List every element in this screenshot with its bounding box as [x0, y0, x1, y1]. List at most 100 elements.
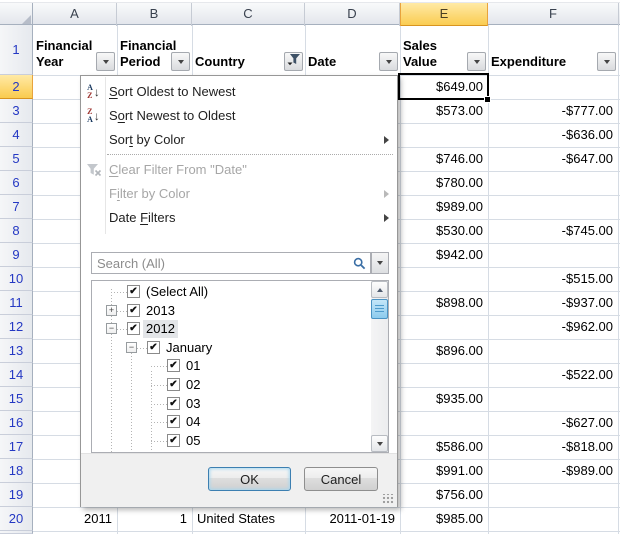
cell-F10[interactable]: -$515.00 — [488, 267, 618, 291]
tree-scrollbar[interactable] — [371, 281, 388, 452]
cell-E6[interactable]: $780.00 — [400, 171, 488, 195]
cell-E7[interactable]: $989.00 — [400, 195, 488, 219]
tree-item-2013[interactable]: +✔2013 — [92, 302, 371, 320]
row-header-11[interactable]: 11 — [0, 291, 33, 315]
scrollbar-down-button[interactable] — [371, 435, 388, 452]
row-header-9[interactable]: 9 — [0, 243, 33, 267]
cell-F16[interactable]: -$627.00 — [488, 411, 618, 435]
column-header-A[interactable]: A — [33, 3, 117, 26]
filter-button-C[interactable] — [284, 52, 303, 71]
header-cell-financial-year[interactable]: Financial Year — [33, 25, 117, 75]
menu-item-sort-newest-to-oldest[interactable]: ZA↓Sort Newest to Oldest — [81, 104, 397, 128]
ok-button[interactable]: OK — [208, 467, 291, 491]
row-header-13[interactable]: 13 — [0, 339, 33, 363]
tree-item-clipped[interactable]: ✔ — [92, 450, 371, 452]
tree-item-2012[interactable]: −✔2012 — [92, 320, 371, 338]
expander-2013[interactable]: + — [106, 305, 117, 316]
resize-grip[interactable] — [382, 494, 394, 504]
cell-E9[interactable]: $942.00 — [400, 243, 488, 267]
row-header-2[interactable]: 2 — [0, 75, 33, 99]
cell-E13[interactable]: $896.00 — [400, 339, 488, 363]
cell-E8[interactable]: $530.00 — [400, 219, 488, 243]
search-dropdown-button[interactable] — [371, 252, 389, 274]
row-header-16[interactable]: 16 — [0, 411, 33, 435]
row-header-5[interactable]: 5 — [0, 147, 33, 171]
menu-item-sort-by-color[interactable]: Sort by Color — [81, 128, 397, 152]
cell-D20[interactable]: 2011-01-19 — [305, 507, 400, 531]
row-header-1[interactable]: 1 — [0, 25, 33, 75]
column-header-F[interactable]: F — [488, 3, 619, 26]
cancel-button[interactable]: Cancel — [304, 467, 378, 491]
checkbox-2013[interactable]: ✔ — [127, 304, 140, 317]
select-all-corner[interactable] — [0, 3, 33, 25]
row-header-12[interactable]: 12 — [0, 315, 33, 339]
filter-button-A[interactable] — [96, 52, 115, 71]
row-header-19[interactable]: 19 — [0, 483, 33, 507]
filter-button-E[interactable] — [467, 52, 486, 71]
tree-item-04[interactable]: ✔04 — [92, 413, 371, 431]
cell-F8[interactable]: -$745.00 — [488, 219, 618, 243]
scrollbar-thumb[interactable] — [371, 299, 388, 319]
tree-item-january[interactable]: −✔January — [92, 339, 371, 357]
cell-B20[interactable]: 1 — [117, 507, 192, 531]
row-header-4[interactable]: 4 — [0, 123, 33, 147]
cell-F3[interactable]: -$777.00 — [488, 99, 618, 123]
cell-E19[interactable]: $756.00 — [400, 483, 488, 507]
row-header-8[interactable]: 8 — [0, 219, 33, 243]
row-header-20[interactable]: 20 — [0, 507, 33, 531]
row-header-3[interactable]: 3 — [0, 99, 33, 123]
checkbox-02[interactable]: ✔ — [167, 378, 180, 391]
row-header-14[interactable]: 14 — [0, 363, 33, 387]
cell-E15[interactable]: $935.00 — [400, 387, 488, 411]
row-header-7[interactable]: 7 — [0, 195, 33, 219]
checkbox-select-all[interactable]: ✔ — [127, 285, 140, 298]
cell-F4[interactable]: -$636.00 — [488, 123, 618, 147]
tree-item-select-all[interactable]: ✔(Select All) — [92, 283, 371, 301]
cell-F12[interactable]: -$962.00 — [488, 315, 618, 339]
row-header-15[interactable]: 15 — [0, 387, 33, 411]
row-header-18[interactable]: 18 — [0, 459, 33, 483]
checkbox-04[interactable]: ✔ — [167, 415, 180, 428]
tree-item-02[interactable]: ✔02 — [92, 376, 371, 394]
fill-handle[interactable] — [484, 96, 491, 103]
checkbox-01[interactable]: ✔ — [167, 359, 180, 372]
filter-button-F[interactable] — [597, 52, 616, 71]
row-header-17[interactable]: 17 — [0, 435, 33, 459]
cell-F14[interactable]: -$522.00 — [488, 363, 618, 387]
row-header-10[interactable]: 10 — [0, 267, 33, 291]
cell-E20[interactable]: $985.00 — [400, 507, 488, 531]
cell-E5[interactable]: $746.00 — [400, 147, 488, 171]
row-header-6[interactable]: 6 — [0, 171, 33, 195]
checkbox-05[interactable]: ✔ — [167, 434, 180, 447]
menu-item-date-filters[interactable]: Date Filters — [81, 206, 397, 230]
column-header-E[interactable]: E — [400, 3, 488, 26]
column-header-B[interactable]: B — [117, 3, 192, 26]
cell-A20[interactable]: 2011 — [33, 507, 117, 531]
scrollbar-up-button[interactable] — [371, 281, 388, 298]
header-cell-expenditure[interactable]: Expenditure — [488, 25, 618, 75]
menu-item-sort-oldest-to-newest[interactable]: AZ↓Sort Oldest to Newest — [81, 80, 397, 104]
filter-button-D[interactable] — [379, 52, 398, 71]
header-cell-country[interactable]: Country — [192, 25, 305, 75]
expander-2012[interactable]: − — [106, 323, 117, 334]
cell-F11[interactable]: -$937.00 — [488, 291, 618, 315]
cell-F17[interactable]: -$818.00 — [488, 435, 618, 459]
cell-E17[interactable]: $586.00 — [400, 435, 488, 459]
checkbox-january[interactable]: ✔ — [147, 341, 160, 354]
checkbox-2012[interactable]: ✔ — [127, 322, 140, 335]
cell-F18[interactable]: -$989.00 — [488, 459, 618, 483]
search-input[interactable] — [92, 253, 370, 273]
header-cell-date[interactable]: Date — [305, 25, 400, 75]
column-header-D[interactable]: D — [305, 3, 400, 26]
header-cell-financial-period[interactable]: Financial Period — [117, 25, 192, 75]
cell-E11[interactable]: $898.00 — [400, 291, 488, 315]
column-header-C[interactable]: C — [192, 3, 305, 26]
filter-button-B[interactable] — [171, 52, 190, 71]
header-cell-sales-value[interactable]: Sales Value — [400, 25, 488, 75]
cell-F5[interactable]: -$647.00 — [488, 147, 618, 171]
checkbox-03[interactable]: ✔ — [167, 397, 180, 410]
tree-item-01[interactable]: ✔01 — [92, 357, 371, 375]
expander-january[interactable]: − — [126, 342, 137, 353]
cell-C20[interactable]: United States — [192, 507, 305, 531]
cell-E18[interactable]: $991.00 — [400, 459, 488, 483]
